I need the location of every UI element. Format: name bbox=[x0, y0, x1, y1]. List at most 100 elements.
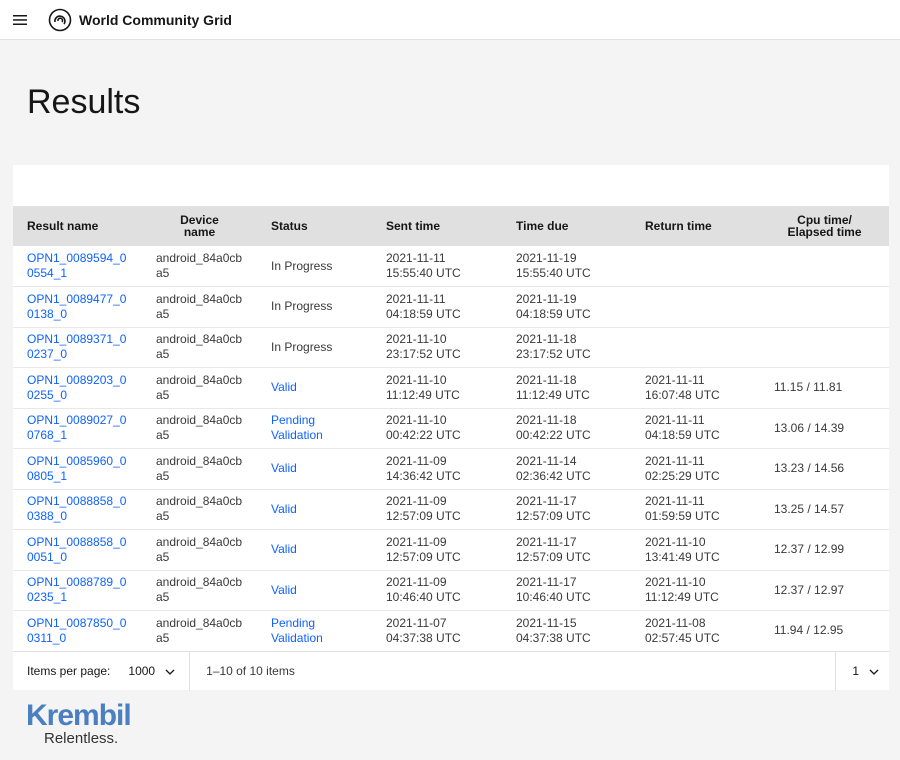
cpu-elapsed-time: 13.06 / 14.39 bbox=[774, 420, 845, 435]
items-per-page-select[interactable]: 1000 bbox=[128, 651, 191, 691]
items-per-page-value: 1000 bbox=[128, 664, 156, 678]
device-name-cell: android_84a0cba5 bbox=[142, 611, 257, 652]
krembil-logo: Krembil Relentless. bbox=[26, 700, 132, 747]
sent-date: 2021-11-07 bbox=[386, 615, 447, 630]
result-name-link[interactable]: OPN1_0089027_00768_1 bbox=[27, 413, 126, 442]
sent-time: 23:17:52 UTC bbox=[386, 347, 461, 362]
chevron-down-icon bbox=[165, 664, 175, 678]
return-time: 02:25:29 UTC bbox=[645, 468, 720, 483]
cpu-elapsed-time: 11.15 / 11.81 bbox=[774, 380, 843, 395]
cpu-elapsed-time: 12.37 / 12.97 bbox=[774, 582, 845, 597]
device-name: android_84a0cba5 bbox=[156, 251, 243, 280]
cpu-time-cell: 13.25 / 14.57 bbox=[760, 489, 889, 530]
due-date: 2021-11-14 bbox=[516, 453, 577, 468]
result-name-link[interactable]: OPN1_0085960_00805_1 bbox=[27, 454, 126, 483]
device-name-cell: android_84a0cba5 bbox=[142, 368, 257, 409]
device-name-cell: android_84a0cba5 bbox=[142, 408, 257, 449]
status-text[interactable]: Valid bbox=[271, 542, 341, 557]
status-cell[interactable]: Valid bbox=[257, 530, 372, 571]
due-time: 04:18:59 UTC bbox=[516, 306, 591, 321]
status-text[interactable]: Pending Validation bbox=[271, 616, 341, 646]
device-name-cell: android_84a0cba5 bbox=[142, 530, 257, 571]
pagination-bar: Items per page: 1000 1–10 of 10 items 1 bbox=[13, 651, 889, 691]
table-row: OPN1_0087850_00311_0 android_84a0cba5 Pend… bbox=[13, 611, 889, 652]
cpu-elapsed-time: 13.25 / 14.57 bbox=[774, 501, 845, 516]
time-due-cell: 2021-11-17 12:57:09 UTC bbox=[502, 489, 631, 530]
status-cell[interactable]: Pending Validation bbox=[257, 408, 372, 449]
result-name-link[interactable]: OPN1_0088789_00235_1 bbox=[27, 575, 126, 604]
status-cell[interactable]: Valid bbox=[257, 489, 372, 530]
status-text: In Progress bbox=[271, 258, 333, 273]
cpu-time-cell bbox=[760, 246, 889, 287]
cpu-elapsed-time: 11.94 / 12.95 bbox=[774, 623, 844, 638]
status-text[interactable]: Valid bbox=[271, 583, 341, 598]
cpu-time-cell: 12.37 / 12.99 bbox=[760, 530, 889, 571]
return-time: 04:18:59 UTC bbox=[645, 428, 720, 443]
due-date: 2021-11-15 bbox=[516, 615, 577, 630]
return-time: 13:41:49 UTC bbox=[645, 549, 720, 564]
table-row: OPN1_0085960_00805_1 android_84a0cba5 Vali… bbox=[13, 449, 889, 490]
page-number-select[interactable]: 1 bbox=[835, 651, 889, 691]
return-time-cell bbox=[631, 246, 760, 287]
hamburger-icon[interactable] bbox=[0, 0, 40, 40]
due-time: 02:36:42 UTC bbox=[516, 468, 591, 483]
column-header-sent-time[interactable]: Sent time bbox=[372, 206, 502, 246]
status-text[interactable]: Valid bbox=[271, 461, 341, 476]
sent-time: 00:42:22 UTC bbox=[386, 428, 461, 443]
table-row: OPN1_0088858_00051_0 android_84a0cba5 Vali… bbox=[13, 530, 889, 571]
column-header-return-time[interactable]: Return time bbox=[631, 206, 760, 246]
device-header-label: Device name bbox=[180, 213, 219, 239]
return-time-cell: 2021-11-10 13:41:49 UTC bbox=[631, 530, 760, 571]
device-name: android_84a0cba5 bbox=[156, 291, 243, 321]
sent-time: 11:12:49 UTC bbox=[386, 387, 460, 402]
wcg-logo-icon[interactable] bbox=[48, 8, 72, 32]
brand-name[interactable]: World Community Grid bbox=[79, 12, 232, 28]
sent-date: 2021-11-10 bbox=[386, 332, 447, 347]
time-due-cell: 2021-11-17 12:57:09 UTC bbox=[502, 530, 631, 571]
due-time: 10:46:40 UTC bbox=[516, 590, 591, 605]
status-text[interactable]: Pending Validation bbox=[271, 413, 341, 443]
due-time: 15:55:40 UTC bbox=[516, 266, 591, 280]
column-header-status[interactable]: Status bbox=[257, 206, 372, 246]
status-text[interactable]: Valid bbox=[271, 502, 341, 517]
column-header-result-name[interactable]: Result name bbox=[13, 206, 142, 246]
sent-date: 2021-11-11 bbox=[386, 291, 446, 306]
result-name-cell: OPN1_0089477_00138_0 bbox=[13, 287, 142, 328]
cpu-time-cell bbox=[760, 287, 889, 328]
return-date: 2021-11-10 bbox=[645, 534, 706, 549]
items-per-page-label: Items per page: bbox=[27, 664, 111, 678]
status-cell[interactable]: Valid bbox=[257, 368, 372, 409]
result-name-link[interactable]: OPN1_0089594_00554_1 bbox=[27, 251, 126, 280]
status-cell[interactable]: Valid bbox=[257, 570, 372, 611]
result-name-link[interactable]: OPN1_0088858_00388_0 bbox=[27, 494, 126, 523]
sent-date: 2021-11-09 bbox=[386, 494, 447, 509]
result-name-cell: OPN1_0087850_00311_0 bbox=[13, 611, 142, 652]
due-date: 2021-11-17 bbox=[516, 534, 577, 549]
krembil-tagline: Relentless. bbox=[44, 730, 119, 747]
return-time-cell bbox=[631, 287, 760, 328]
status-cell[interactable]: Valid bbox=[257, 449, 372, 490]
status-text[interactable]: Valid bbox=[271, 380, 341, 395]
column-header-cpu-time[interactable]: Cpu time/ Elapsed time bbox=[760, 206, 889, 246]
sent-time: 12:57:09 UTC bbox=[386, 509, 461, 524]
return-time-cell: 2021-11-11 02:25:29 UTC bbox=[631, 449, 760, 490]
due-time: 23:17:52 UTC bbox=[516, 347, 591, 362]
result-name-link[interactable]: OPN1_0089371_00237_0 bbox=[27, 332, 126, 361]
due-date: 2021-11-17 bbox=[516, 494, 577, 509]
page-title: Results bbox=[27, 83, 141, 121]
return-time-cell bbox=[631, 327, 760, 368]
result-name-link[interactable]: OPN1_0089477_00138_0 bbox=[27, 292, 126, 321]
status-cell: In Progress bbox=[257, 327, 372, 368]
return-date: 2021-11-11 bbox=[645, 372, 705, 387]
column-header-time-due[interactable]: Time due bbox=[502, 206, 631, 246]
result-name-link[interactable]: OPN1_0089203_00255_0 bbox=[27, 373, 126, 402]
due-date: 2021-11-18 bbox=[516, 332, 577, 347]
sent-time-cell: 2021-11-11 04:18:59 UTC bbox=[372, 287, 502, 328]
result-name-link[interactable]: OPN1_0087850_00311_0 bbox=[27, 616, 126, 645]
return-time: 01:59:59 UTC bbox=[645, 509, 720, 524]
return-time: 02:57:45 UTC bbox=[645, 630, 720, 645]
result-name-link[interactable]: OPN1_0088858_00051_0 bbox=[27, 535, 126, 564]
result-name-cell: OPN1_0088858_00388_0 bbox=[13, 489, 142, 530]
status-cell[interactable]: Pending Validation bbox=[257, 611, 372, 652]
column-header-device-name[interactable]: Device name bbox=[142, 206, 257, 246]
